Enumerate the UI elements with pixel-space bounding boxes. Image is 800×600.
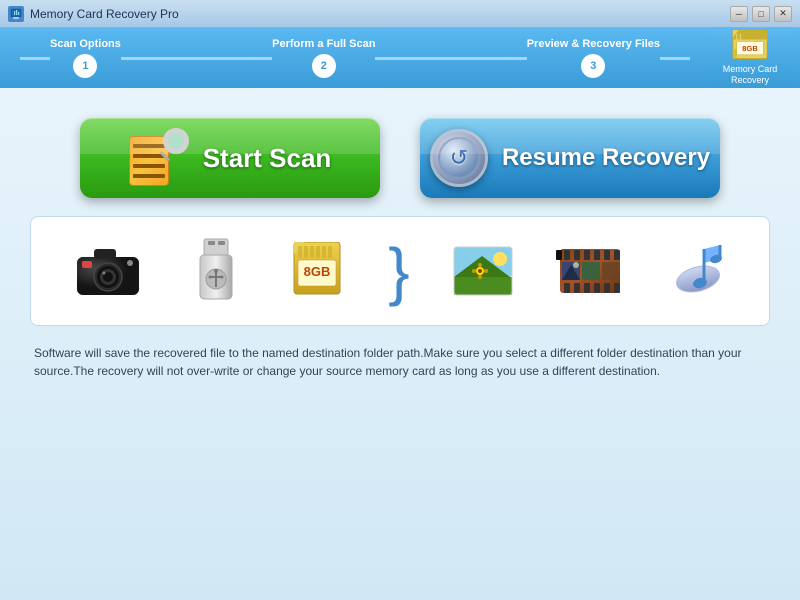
step-2-circle: 2	[312, 54, 336, 78]
minimize-button[interactable]: ─	[730, 6, 748, 22]
step-3-circle: 3	[581, 54, 605, 78]
camera-icon	[72, 241, 144, 301]
timemachine-inner: ↺	[438, 137, 480, 179]
close-button[interactable]: ✕	[774, 6, 792, 22]
buttons-row: Start Scan ↺ Resume Recovery	[30, 118, 770, 198]
steps-container: Scan Options 1 Perform a Full Scan 2 Pre…	[20, 38, 780, 78]
step-line-left	[20, 57, 50, 60]
step-2-label: Perform a Full Scan	[272, 38, 375, 50]
step-line-2-3	[375, 57, 526, 60]
step-2: Perform a Full Scan 2	[272, 38, 375, 78]
window-title: Memory Card Recovery Pro	[30, 7, 730, 21]
icons-panel: 8GB }	[30, 216, 770, 326]
step-1-label: Scan Options	[50, 38, 121, 50]
maximize-button[interactable]: □	[752, 6, 770, 22]
sd-card-icon: 8GB	[288, 242, 346, 300]
start-scan-button[interactable]: Start Scan	[80, 118, 380, 198]
window-controls[interactable]: ─ □ ✕	[730, 6, 792, 22]
step-1: Scan Options 1	[50, 38, 121, 78]
app-icon	[8, 6, 24, 22]
scan-icon	[129, 128, 189, 188]
main-content: Start Scan ↺ Resume Recovery	[0, 88, 800, 600]
magnifier-icon	[153, 128, 189, 164]
resume-recovery-button[interactable]: ↺ Resume Recovery	[420, 118, 720, 198]
info-text: Software will save the recovered file to…	[30, 344, 770, 380]
svg-text:8GB: 8GB	[742, 44, 758, 53]
step-line-right	[660, 57, 690, 60]
music-note-icon	[666, 241, 728, 301]
logo-icon: 8GB	[728, 30, 772, 62]
resume-icon: ↺	[430, 129, 488, 187]
photo-icon	[452, 241, 514, 301]
brace-separator: }	[388, 239, 409, 303]
title-bar: Memory Card Recovery Pro ─ □ ✕	[0, 0, 800, 28]
logo-text: Memory CardRecovery	[723, 64, 778, 86]
step-bar: Scan Options 1 Perform a Full Scan 2 Pre…	[0, 28, 800, 88]
start-scan-label: Start Scan	[203, 143, 332, 174]
timemachine-arrow-icon: ↺	[450, 145, 468, 171]
step-1-circle: 1	[73, 54, 97, 78]
app-logo: 8GB Memory CardRecovery	[710, 30, 790, 86]
resume-recovery-label: Resume Recovery	[502, 144, 710, 172]
step-3: Preview & Recovery Files 3	[527, 38, 660, 78]
step-line-1-2	[121, 57, 272, 60]
film-strip-icon	[556, 241, 624, 301]
svg-text:8GB: 8GB	[304, 264, 331, 279]
usb-drive-icon	[186, 235, 246, 307]
step-3-label: Preview & Recovery Files	[527, 38, 660, 50]
